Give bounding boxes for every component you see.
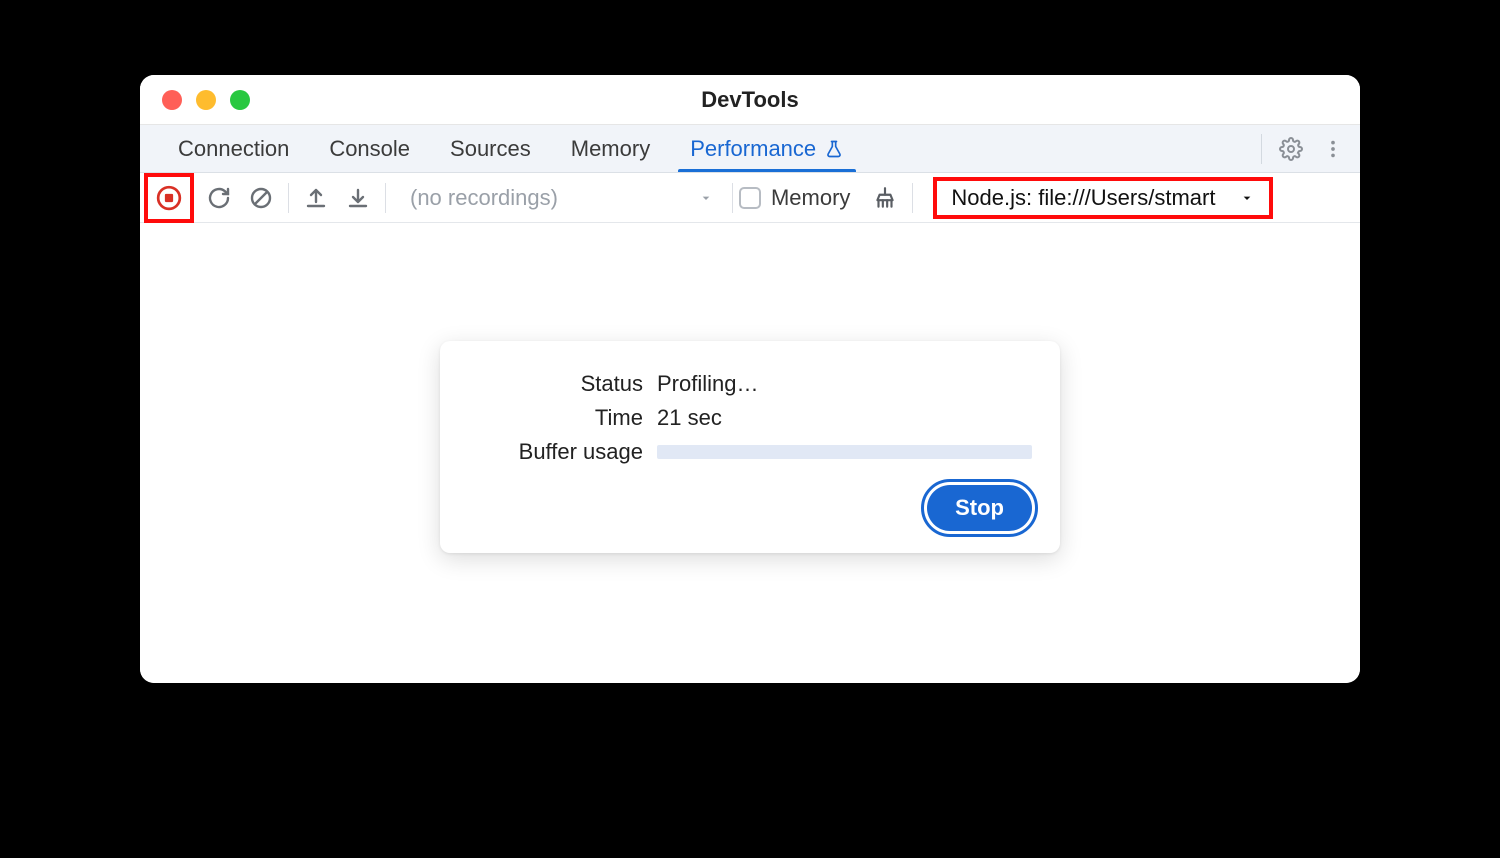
record-button[interactable] <box>148 177 190 219</box>
gear-icon <box>1279 137 1303 161</box>
traffic-lights <box>140 90 250 110</box>
highlight-record <box>144 173 194 223</box>
divider <box>732 183 733 213</box>
clear-button[interactable] <box>240 177 282 219</box>
divider <box>385 183 386 213</box>
tab-sources[interactable]: Sources <box>430 125 551 172</box>
tab-label: Connection <box>178 136 289 162</box>
divider <box>1261 134 1262 164</box>
vertical-dots-icon <box>1322 138 1344 160</box>
target-selected-label: Node.js: file:///Users/stmart <box>951 185 1215 211</box>
performance-toolbar: (no recordings) Memory Node.js: file:///… <box>140 173 1360 223</box>
devtools-window: DevTools Connection Console Sources Memo… <box>140 75 1360 683</box>
status-label: Status <box>468 371 643 397</box>
dialog-actions: Stop <box>468 485 1032 531</box>
tab-label: Performance <box>690 136 816 162</box>
tab-label: Console <box>329 136 410 162</box>
target-dropdown[interactable]: Node.js: file:///Users/stmart <box>933 177 1273 219</box>
no-entry-icon <box>249 186 273 210</box>
record-stop-icon <box>156 185 182 211</box>
reload-icon <box>207 186 231 210</box>
chevron-down-icon <box>1239 190 1255 206</box>
settings-button[interactable] <box>1272 130 1310 168</box>
maximize-window-button[interactable] <box>230 90 250 110</box>
divider <box>912 183 913 213</box>
upload-profile-button[interactable] <box>295 177 337 219</box>
flask-icon <box>824 139 844 159</box>
status-value: Profiling… <box>657 371 1032 397</box>
reload-button[interactable] <box>198 177 240 219</box>
tab-console[interactable]: Console <box>309 125 430 172</box>
time-label: Time <box>468 405 643 431</box>
stop-button-label: Stop <box>955 495 1004 520</box>
more-button[interactable] <box>1314 130 1352 168</box>
profiling-dialog: Status Profiling… Time 21 sec Buffer usa… <box>440 341 1060 553</box>
stop-button[interactable]: Stop <box>927 485 1032 531</box>
buffer-usage-bar <box>657 445 1032 459</box>
buffer-label: Buffer usage <box>468 439 643 465</box>
window-title: DevTools <box>140 87 1360 113</box>
tab-performance[interactable]: Performance <box>670 125 864 172</box>
upload-icon <box>304 186 328 210</box>
time-value: 21 sec <box>657 405 1032 431</box>
titlebar: DevTools <box>140 75 1360 125</box>
download-profile-button[interactable] <box>337 177 379 219</box>
recordings-dropdown[interactable]: (no recordings) <box>392 185 726 211</box>
memory-checkbox-label: Memory <box>771 185 850 211</box>
tab-label: Sources <box>450 136 531 162</box>
dialog-grid: Status Profiling… Time 21 sec Buffer usa… <box>468 371 1032 465</box>
collect-garbage-button[interactable] <box>864 177 906 219</box>
close-window-button[interactable] <box>162 90 182 110</box>
chevron-down-icon <box>698 190 714 206</box>
performance-content: Status Profiling… Time 21 sec Buffer usa… <box>140 223 1360 683</box>
divider <box>288 183 289 213</box>
minimize-window-button[interactable] <box>196 90 216 110</box>
panel-tabstrip: Connection Console Sources Memory Perfor… <box>140 125 1360 173</box>
tab-memory[interactable]: Memory <box>551 125 670 172</box>
broom-icon <box>872 185 898 211</box>
tab-connection[interactable]: Connection <box>158 125 309 172</box>
tabstrip-right <box>1255 125 1360 172</box>
recordings-placeholder: (no recordings) <box>410 185 558 211</box>
tab-label: Memory <box>571 136 650 162</box>
memory-checkbox[interactable] <box>739 187 761 209</box>
download-icon <box>346 186 370 210</box>
